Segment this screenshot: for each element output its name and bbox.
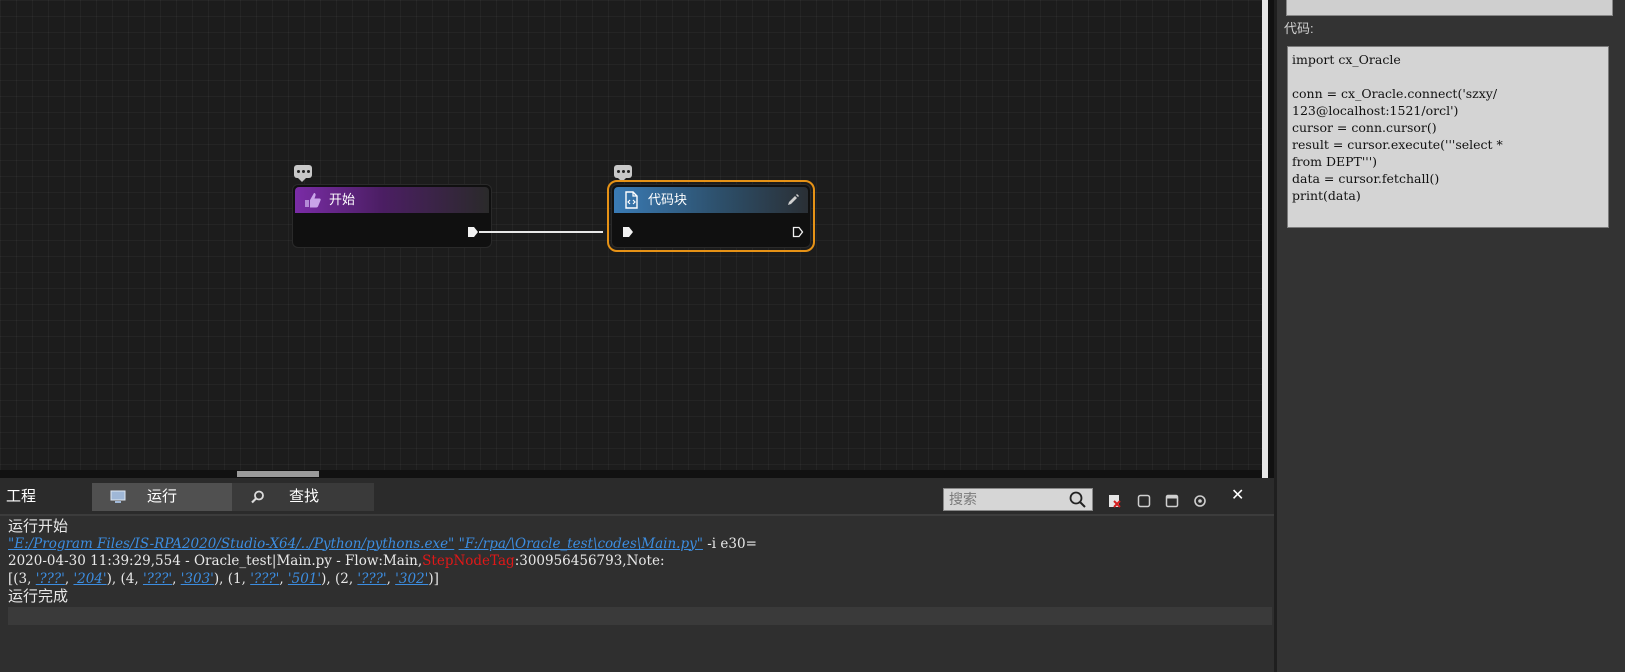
stop-icon[interactable] (1137, 494, 1151, 508)
console-value-link[interactable]: '???' (143, 571, 172, 587)
panel-divider[interactable] (1274, 0, 1277, 672)
code-node-header: 代码块 (614, 187, 808, 213)
tab-find[interactable]: 查找 (232, 483, 374, 511)
console-text: ), (4, (106, 570, 143, 587)
console-value-link[interactable]: '302' (395, 571, 428, 587)
console-line: [(3, '???', '204'), (4, '???', '303'), (… (8, 571, 1272, 589)
code-file-icon (625, 191, 638, 209)
search-icon[interactable] (1069, 491, 1086, 508)
property-field[interactable] (1286, 0, 1613, 16)
console-text: , (279, 570, 288, 587)
console-value-link[interactable]: '204' (73, 571, 106, 587)
console-value-link[interactable]: '???' (36, 571, 65, 587)
search-input[interactable]: 搜索 (943, 488, 1093, 511)
monitor-icon (110, 490, 126, 503)
canvas-scroll-thumb[interactable] (237, 471, 319, 477)
search-placeholder: 搜索 (949, 491, 977, 507)
console-text: [(3, (8, 570, 36, 587)
close-icon[interactable]: ✕ (1231, 486, 1244, 506)
console-line: "E:/Program Files/IS-RPA2020/Studio-X64/… (8, 536, 1272, 554)
canvas-horizontal-scrollbar[interactable] (0, 470, 1262, 478)
flow-canvas[interactable]: 开始 代码块 (0, 0, 1262, 478)
code-comment-icon[interactable] (614, 165, 632, 182)
tab-run-label: 运行 (147, 488, 178, 505)
tab-project[interactable]: 工程 (0, 483, 92, 511)
start-node-header: 开始 (295, 187, 489, 213)
settings-icon[interactable] (1193, 494, 1207, 508)
connection-wire (479, 231, 603, 233)
console-output: 运行开始 "E:/Program Files/IS-RPA2020/Studio… (8, 517, 1272, 625)
maximize-icon[interactable] (1165, 494, 1179, 508)
output-tab-bar: 工程 运行 查找 搜索 ✕ (0, 480, 1274, 516)
console-text: , (172, 570, 181, 587)
console-line: 运行开始 (8, 517, 69, 535)
console-text: ), (1, (213, 570, 251, 587)
code-node-title: 代码块 (648, 192, 688, 207)
code-label: 代码: (1284, 21, 1314, 36)
script-path-link[interactable]: "F:/rpa/\Oracle_test\codes\Main.py" (459, 536, 703, 552)
output-panel: 工程 运行 查找 搜索 ✕ 运行开始 "E:/Program Files/IS-… (0, 480, 1274, 672)
code-output-pin-icon[interactable] (792, 226, 804, 238)
code-editor[interactable]: import cx_Oracle conn = cx_Oracle.connec… (1287, 46, 1609, 228)
start-node-title: 开始 (329, 192, 356, 207)
console-value-link[interactable]: '501' (288, 571, 321, 587)
console-value-link[interactable]: '???' (250, 571, 279, 587)
console-text: )] (428, 570, 439, 587)
console-line: 运行完成 (8, 587, 69, 605)
console-input-strip[interactable] (8, 606, 1272, 625)
console-text: 2020-04-30 11:39:29,554 - Oracle_test|Ma… (8, 553, 423, 569)
console-value-link[interactable]: '???' (357, 571, 386, 587)
start-node[interactable]: 开始 (293, 185, 491, 247)
console-text: -i e30= (702, 535, 757, 552)
python-path-link[interactable]: "E:/Program Files/IS-RPA2020/Studio-X64/… (8, 536, 454, 552)
start-output-pin-icon[interactable] (467, 226, 479, 238)
start-comment-icon[interactable] (294, 165, 312, 182)
tab-run[interactable]: 运行 (92, 483, 232, 511)
clear-output-icon[interactable] (1108, 494, 1122, 508)
step-node-tag: StepNodeTag (422, 553, 515, 569)
code-node[interactable]: 代码块 (607, 180, 815, 252)
tab-find-label: 查找 (289, 488, 320, 505)
console-text: :300956456793,Note: (514, 553, 665, 569)
code-input-pin-icon[interactable] (622, 226, 634, 238)
pencil-icon[interactable] (786, 193, 800, 207)
console-value-link[interactable]: '303' (181, 571, 214, 587)
magnifier-icon (251, 490, 264, 504)
console-text: , (386, 570, 396, 587)
properties-panel: 代码: import cx_Oracle conn = cx_Oracle.co… (1274, 0, 1625, 672)
console-line: 2020-04-30 11:39:29,554 - Oracle_test|Ma… (8, 553, 1272, 571)
tab-project-label: 工程 (6, 488, 37, 505)
pointing-hand-icon (305, 193, 321, 208)
console-text: ), (2, (321, 570, 358, 587)
